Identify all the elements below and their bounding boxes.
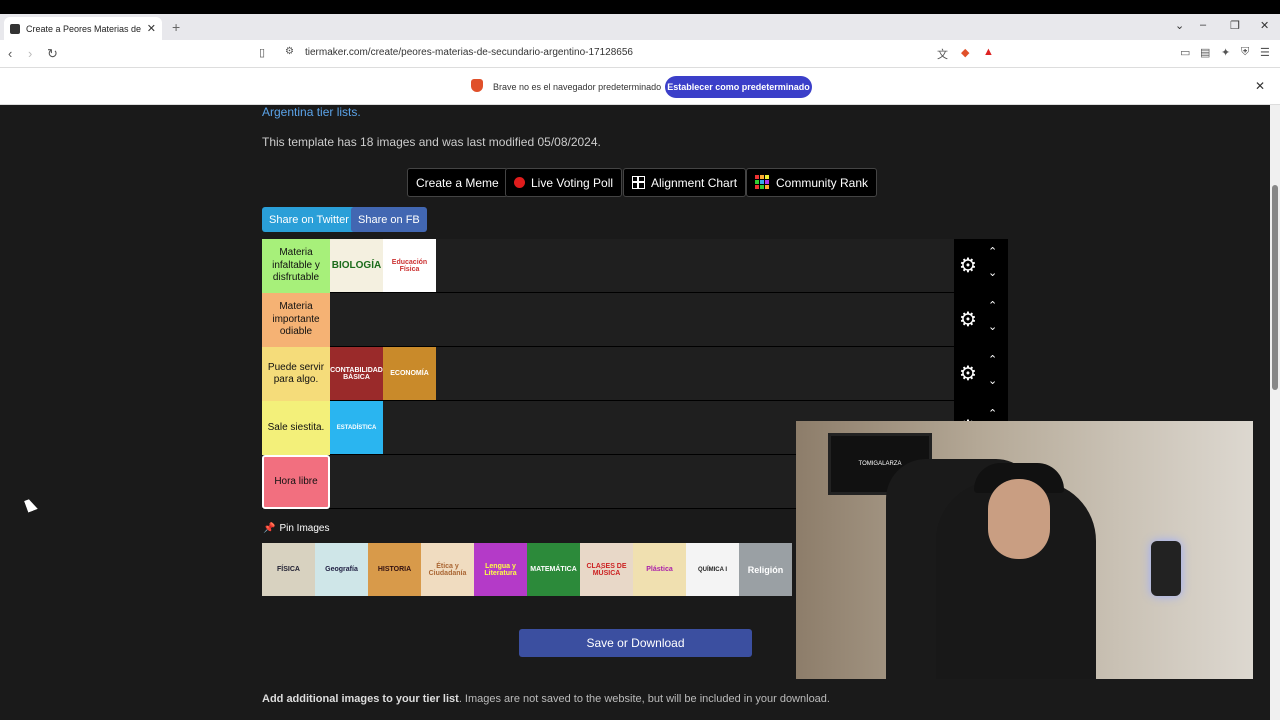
community-rank-button[interactable]: Community Rank — [746, 168, 878, 197]
minimize-icon[interactable]: – — [1200, 19, 1206, 31]
infobar-close-icon[interactable]: ✕ — [1255, 79, 1265, 93]
tier-items: CONTABILIDAD BÁSICA ECONOMÍA — [330, 347, 436, 401]
sidebar-icon[interactable]: ▭ — [1180, 46, 1190, 59]
navigation-bar: ‹ › ↻ ▯ ⚙ tiermaker.com/create/peores-ma… — [0, 40, 1280, 68]
tier-label[interactable]: Sale siestita. — [262, 401, 330, 455]
page-scrollbar[interactable] — [1270, 105, 1280, 720]
grid-icon — [632, 176, 645, 189]
move-up-chevron-icon[interactable]: ⌃ — [988, 245, 997, 258]
tier-controls: ⚙ ⌃ ⌄ — [954, 347, 1008, 401]
pool-item-image[interactable]: Religión — [739, 543, 792, 596]
additional-images-note: Add additional images to your tier list.… — [262, 693, 830, 705]
pin-images-label: Pin Images — [279, 523, 330, 534]
pool-item-image[interactable]: MATEMÁTICA — [527, 543, 580, 596]
tier-item-image[interactable]: ESTADÍSTICA — [330, 401, 383, 454]
forward-icon[interactable]: › — [28, 46, 32, 61]
browser-tab[interactable]: Create a Peores Materias de Sec ✕ — [4, 17, 162, 40]
os-top-bar — [0, 0, 1280, 14]
tab-strip: Create a Peores Materias de Sec ✕ + ⌄ – … — [0, 14, 1280, 40]
set-default-button[interactable]: Establecer como predeterminado — [665, 76, 812, 98]
move-up-chevron-icon[interactable]: ⌃ — [988, 407, 997, 420]
window-close-icon[interactable]: ✕ — [1260, 19, 1269, 32]
default-browser-infobar: Brave no es el navegador predeterminado … — [0, 68, 1280, 105]
tiermaker-favicon-icon — [10, 23, 20, 34]
tier-settings-gear-icon[interactable]: ⚙ — [959, 310, 977, 330]
argentina-tier-lists-link[interactable]: Argentina tier lists. — [262, 105, 361, 119]
pool-item-image[interactable]: Geografía — [315, 543, 368, 596]
tier-row: Materia importante odiable ⚙ ⌃ ⌄ — [262, 293, 1008, 347]
tier-label[interactable]: Materia infaltable y disfrutable — [262, 239, 330, 293]
tier-label[interactable]: Materia importante odiable — [262, 293, 330, 347]
community-rank-icon — [755, 175, 770, 190]
new-tab-icon[interactable]: + — [172, 19, 180, 35]
record-dot-icon — [514, 177, 525, 188]
template-info: This template has 18 images and was last… — [262, 135, 601, 149]
move-down-chevron-icon[interactable]: ⌄ — [988, 266, 997, 279]
pool-item-image[interactable]: Ética y Ciudadanía — [421, 543, 474, 596]
translate-icon[interactable]: 文 — [937, 46, 948, 62]
tier-row: Materia infaltable y disfrutable BIOLOGÍ… — [262, 239, 1008, 293]
image-pool: FÍSICA Geografía HISTORIA Ética y Ciudad… — [262, 543, 792, 596]
wallet-icon[interactable]: ▤ — [1200, 46, 1210, 59]
tier-items: BIOLOGÍA Educación Física — [330, 239, 436, 293]
tier-controls: ⚙ ⌃ ⌄ — [954, 293, 1008, 347]
webcam-face — [988, 479, 1050, 559]
live-voting-poll-button[interactable]: Live Voting Poll — [505, 168, 623, 197]
brave-lion-icon — [471, 79, 483, 92]
infobar-message: Brave no es el navegador predeterminado — [493, 82, 662, 92]
brave-rewards-icon[interactable]: ▲ — [983, 46, 994, 58]
pool-item-image[interactable]: Plástica — [633, 543, 686, 596]
reload-icon[interactable]: ↻ — [47, 46, 58, 62]
tier-item-image[interactable]: BIOLOGÍA — [330, 239, 383, 292]
tier-items: ESTADÍSTICA — [330, 401, 383, 455]
site-info-icon[interactable]: ⚙ — [285, 46, 294, 57]
tier-settings-gear-icon[interactable]: ⚙ — [959, 256, 977, 276]
live-voting-poll-label: Live Voting Poll — [531, 175, 614, 190]
alignment-chart-button[interactable]: Alignment Chart — [623, 168, 747, 197]
tier-settings-gear-icon[interactable]: ⚙ — [959, 364, 977, 384]
move-down-chevron-icon[interactable]: ⌄ — [988, 374, 997, 387]
webcam-microphone — [1151, 541, 1181, 596]
community-rank-label: Community Rank — [776, 175, 869, 190]
move-down-chevron-icon[interactable]: ⌄ — [988, 320, 997, 333]
pool-item-image[interactable]: FÍSICA — [262, 543, 315, 596]
tier-item-image[interactable]: ECONOMÍA — [383, 347, 436, 400]
pin-images-toggle[interactable]: 📌 Pin Images — [263, 523, 329, 534]
address-bar[interactable]: tiermaker.com/create/peores-materias-de-… — [305, 47, 633, 58]
scrollbar-thumb[interactable] — [1272, 185, 1278, 390]
move-up-chevron-icon[interactable]: ⌃ — [988, 353, 997, 366]
pool-item-image[interactable]: QUÍMICA I — [686, 543, 739, 596]
additional-images-description: . Images are not saved to the website, b… — [458, 693, 830, 705]
pool-item-image[interactable]: CLASES DE MÚSICA — [580, 543, 633, 596]
tier-item-image[interactable]: CONTABILIDAD BÁSICA — [330, 347, 383, 400]
create-meme-button[interactable]: Create a Meme — [407, 168, 508, 197]
create-meme-label: Create a Meme — [416, 175, 499, 190]
back-icon[interactable]: ‹ — [8, 46, 12, 61]
tab-title: Create a Peores Materias de Sec — [26, 23, 143, 34]
share-twitter-button[interactable]: Share on Twitter — [262, 207, 356, 232]
tier-item-image[interactable]: Educación Física — [383, 239, 436, 292]
share-fb-button[interactable]: Share on FB — [351, 207, 427, 232]
restore-icon[interactable]: ❐ — [1230, 19, 1240, 32]
tier-label-editing[interactable]: Hora libre — [262, 455, 330, 509]
tab-list-icon[interactable]: ⌄ — [1175, 19, 1184, 32]
save-or-download-button[interactable]: Save or Download — [519, 629, 752, 657]
tier-controls: ⚙ ⌃ ⌄ — [954, 239, 1008, 293]
tier-row: Puede servir para algo. CONTABILIDAD BÁS… — [262, 347, 1008, 401]
move-up-chevron-icon[interactable]: ⌃ — [988, 299, 997, 312]
menu-icon[interactable]: ☰ — [1260, 46, 1270, 59]
bookmark-icon[interactable]: ▯ — [259, 46, 265, 59]
pin-icon: 📌 — [263, 523, 276, 534]
webcam-overlay: TOMIGALARZA — [796, 421, 1253, 679]
pool-item-image[interactable]: Lengua y Literatura — [474, 543, 527, 596]
alignment-chart-label: Alignment Chart — [651, 175, 738, 190]
pool-item-image[interactable]: HISTORIA — [368, 543, 421, 596]
brave-shields-icon[interactable]: ◆ — [961, 46, 969, 59]
vpn-icon[interactable]: ⛨ — [1241, 46, 1249, 59]
tier-label[interactable]: Puede servir para algo. — [262, 347, 330, 401]
close-tab-icon[interactable]: ✕ — [147, 22, 156, 35]
leo-icon[interactable]: ✦ — [1221, 46, 1230, 59]
additional-images-heading: Add additional images to your tier list — [262, 693, 459, 705]
